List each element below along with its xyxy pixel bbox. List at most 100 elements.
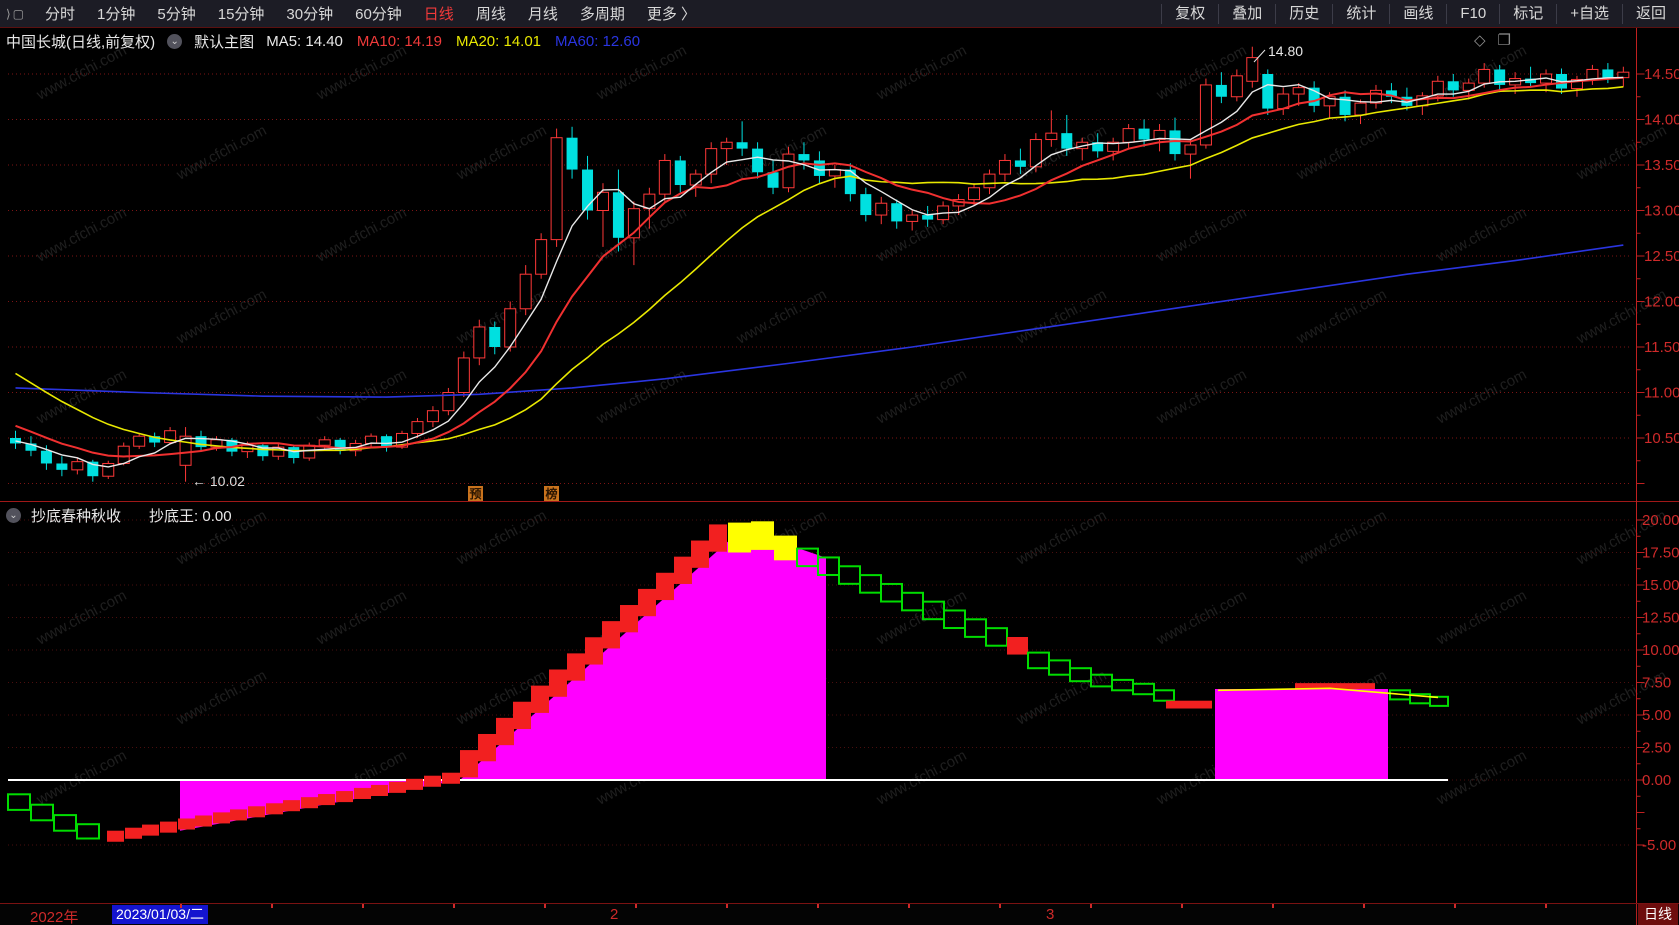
- watermark-text: www.cfchi.com: [1433, 587, 1529, 649]
- period-tab-7[interactable]: 日线: [413, 3, 465, 24]
- price-axis-label: 11.50: [1644, 339, 1679, 356]
- watermark-text: www.cfchi.com: [873, 587, 969, 649]
- axis-tick: [1181, 904, 1183, 908]
- watermark-text: www.cfchi.com: [453, 122, 549, 184]
- axis-tick: [1272, 904, 1274, 908]
- watermark-text: www.cfchi.com: [1013, 122, 1109, 184]
- axis-tick: [999, 904, 1001, 908]
- month-label: 3: [1046, 906, 1055, 923]
- chart-corner-icons: ◇ ❐: [1474, 31, 1511, 49]
- chart-legend: 中国长城(日线,前复权) ⌄ 默认主图 MA5: 14.40 MA10: 14.1…: [6, 31, 640, 52]
- indicator-axis-label: 5.00: [1642, 707, 1671, 724]
- watermark-text: www.cfchi.com: [173, 286, 269, 348]
- axis-tick: [726, 904, 728, 908]
- watermark-text: www.cfchi.com: [873, 42, 969, 104]
- toolbar-button-3[interactable]: 历史: [1275, 3, 1332, 24]
- price-axis-label: 12.00: [1644, 294, 1679, 311]
- toolbar-button-7[interactable]: 标记: [1499, 3, 1556, 24]
- indicator-axis-label: -5.00: [1642, 837, 1676, 854]
- axis-tick: [1454, 904, 1456, 908]
- indicator-axis-label: 2.50: [1642, 740, 1671, 757]
- watermark-text: www.cfchi.com: [173, 122, 269, 184]
- selected-date-label[interactable]: 2023/01/03/二: [112, 905, 208, 924]
- watermark-text: www.cfchi.com: [173, 667, 269, 729]
- event-badge[interactable]: 榜: [546, 486, 558, 501]
- toolbar-button-5[interactable]: 画线: [1389, 3, 1446, 24]
- ma-legend-item-3: MA20: 14.01: [455, 33, 542, 50]
- period-tab-4[interactable]: 15分钟: [207, 3, 276, 24]
- period-tab-11[interactable]: 更多 〉: [636, 3, 707, 24]
- price-axis-label: 14.50: [1644, 66, 1679, 83]
- chevron-down-icon[interactable]: ⌄: [6, 508, 21, 523]
- toolbar-right-buttons: 复权 叠加 历史 统计 画线 F10 标记 +自选 返回: [1161, 0, 1679, 27]
- watermark-text: www.cfchi.com: [1573, 122, 1669, 184]
- ma-legend-item-2: MA10: 14.19: [356, 33, 442, 50]
- status-divider: [1636, 904, 1637, 925]
- watermark-text: www.cfchi.com: [873, 366, 969, 428]
- app-window: www.cfchi.com www.cfchi.com www.cfchi.com w…: [0, 0, 1679, 925]
- year-label: 2022年: [30, 909, 79, 925]
- watermark-text: www.cfchi.com: [33, 587, 129, 649]
- price-axis-label: 11.00: [1644, 385, 1679, 402]
- price-annotation: ← 10.02: [192, 473, 245, 489]
- watermark-text: www.cfchi.com: [1153, 587, 1249, 649]
- axis-tick: [180, 904, 182, 908]
- watermark-text: www.cfchi.com: [1153, 366, 1249, 428]
- period-indicator: 日线: [1638, 904, 1678, 925]
- chevron-down-icon[interactable]: ⌄: [167, 34, 183, 49]
- price-axis-label: 14.00: [1644, 112, 1679, 129]
- ma-legend-item-1: MA5: 14.40: [266, 33, 343, 50]
- toolbar-button-2[interactable]: 叠加: [1218, 3, 1275, 24]
- period-tab-5[interactable]: 30分钟: [275, 3, 344, 24]
- indicator-axis-label: 15.00: [1642, 577, 1679, 594]
- watermark-text: www.cfchi.com: [593, 204, 689, 266]
- indicator-name[interactable]: 抄底春种秋收: [31, 505, 121, 526]
- indicator-value: 抄底王: 0.00: [149, 508, 232, 525]
- price-annotation: 14.80: [1268, 43, 1303, 59]
- panel-toggle-icon[interactable]: ⟩▢: [0, 7, 34, 21]
- price-axis-label: 10.50: [1644, 430, 1679, 447]
- toolbar-button-1[interactable]: 复权: [1161, 3, 1218, 24]
- period-tab-8[interactable]: 周线: [465, 3, 517, 24]
- axis-tick: [453, 904, 455, 908]
- period-tab-10[interactable]: 多周期: [569, 3, 636, 24]
- watermark-text: www.cfchi.com: [1293, 286, 1389, 348]
- axis-tick: [362, 904, 364, 908]
- period-tab-9[interactable]: 月线: [517, 3, 569, 24]
- watermark-text: www.cfchi.com: [453, 286, 549, 348]
- watermark-text: www.cfchi.com: [1293, 122, 1389, 184]
- period-tab-1[interactable]: 分时: [34, 3, 86, 24]
- toolbar-button-8[interactable]: +自选: [1556, 3, 1622, 24]
- watermark-text: www.cfchi.com: [873, 747, 969, 809]
- event-badge[interactable]: 预: [470, 487, 482, 501]
- indicator-header: ⌄ 抄底春种秋收 抄底王: 0.00: [6, 505, 232, 526]
- chart-canvas[interactable]: www.cfchi.com www.cfchi.com www.cfchi.com w…: [0, 0, 1679, 925]
- axis-tick: [544, 904, 546, 908]
- period-tab-2[interactable]: 1分钟: [86, 3, 146, 24]
- month-label: 2: [610, 906, 619, 923]
- axis-tick: [908, 904, 910, 908]
- period-tab-6[interactable]: 60分钟: [344, 3, 413, 24]
- axis-tick: [817, 904, 819, 908]
- stock-title: 中国长城(日线,前复权): [6, 34, 156, 51]
- watermark-text: www.cfchi.com: [1433, 366, 1529, 428]
- indicator-axis-label: 10.00: [1642, 642, 1679, 659]
- top-toolbar: ⟩▢ 分时 1分钟 5分钟 15分钟 30分钟 60分钟 日线 周线 月线 多周期 更多 〉 复权叠…: [0, 0, 1679, 28]
- indicator-axis-label: 17.50: [1642, 545, 1679, 562]
- ma-legend-item-4: MA60: 12.60: [555, 33, 641, 50]
- watermark-text: www.cfchi.com: [593, 366, 689, 428]
- diamond-icon[interactable]: ◇: [1474, 31, 1486, 49]
- watermark-text: www.cfchi.com: [33, 204, 129, 266]
- toolbar-button-9[interactable]: 返回: [1621, 3, 1679, 24]
- toolbar-button-6[interactable]: F10: [1446, 3, 1499, 24]
- period-tab-3[interactable]: 5分钟: [146, 3, 206, 24]
- indicator-axis-label: 0.00: [1642, 772, 1671, 789]
- watermark-text: www.cfchi.com: [733, 286, 829, 348]
- toolbar-button-4[interactable]: 统计: [1332, 3, 1389, 24]
- watermark-text: www.cfchi.com: [453, 507, 549, 569]
- watermark-text: www.cfchi.com: [1013, 507, 1109, 569]
- split-view-icon[interactable]: ❐: [1498, 31, 1511, 49]
- watermark-text: www.cfchi.com: [33, 747, 129, 809]
- watermark-text: www.cfchi.com: [1013, 286, 1109, 348]
- axis-tick: [1090, 904, 1092, 908]
